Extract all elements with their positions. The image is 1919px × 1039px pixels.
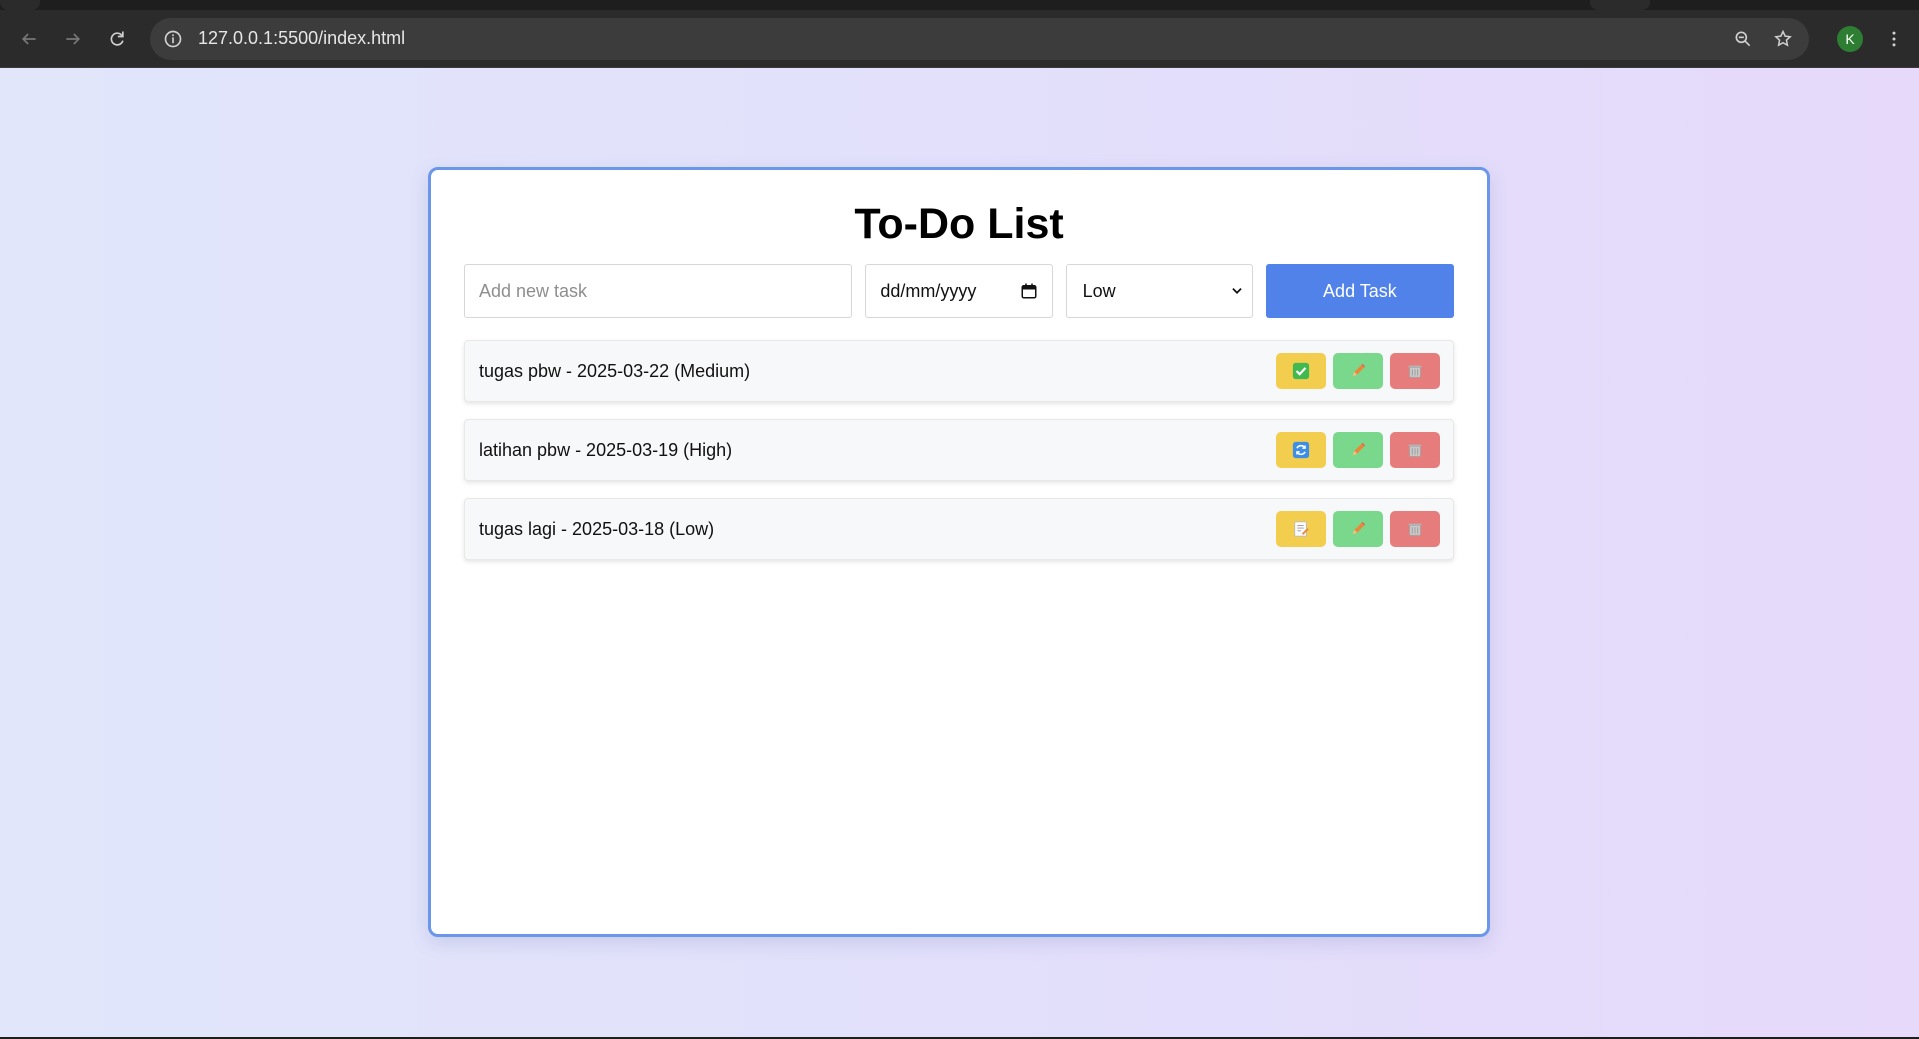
edit-button[interactable] (1333, 511, 1383, 547)
toggle-status-button[interactable] (1276, 353, 1326, 389)
task-item: tugas lagi - 2025-03-18 (Low) (464, 498, 1454, 560)
edit-button[interactable] (1333, 353, 1383, 389)
pencil-icon (1352, 363, 1366, 377)
trash-icon (1408, 523, 1422, 536)
forward-button[interactable] (56, 22, 90, 56)
back-button[interactable] (12, 22, 46, 56)
add-task-form: dd/mm/yyyy Low Add Task (464, 264, 1454, 318)
reload-icon (110, 31, 124, 46)
toggle-status-button[interactable] (1276, 432, 1326, 468)
add-task-button[interactable]: Add Task (1265, 264, 1454, 318)
chevron-down-icon (1232, 288, 1242, 294)
date-placeholder: dd/mm/yyyy (880, 280, 977, 301)
task-list: tugas pbw - 2025-03-22 (Medium) latihan … (464, 340, 1454, 560)
trash-icon (1408, 365, 1422, 378)
task-text: tugas lagi - 2025-03-18 (Low) (479, 518, 715, 539)
page-title: To-Do List (854, 200, 1064, 248)
task-actions (1276, 353, 1440, 389)
delete-button[interactable] (1390, 511, 1440, 547)
task-text: latihan pbw - 2025-03-19 (High) (479, 439, 733, 460)
refresh-icon (1292, 441, 1310, 459)
more-menu-icon[interactable] (1881, 26, 1907, 52)
tab-strip (0, 0, 1919, 10)
calendar-icon[interactable] (1020, 282, 1038, 300)
task-input[interactable] (464, 264, 853, 318)
memo-icon (1294, 521, 1309, 537)
checkmark-icon (1292, 362, 1310, 380)
profile-avatar[interactable]: K (1837, 25, 1863, 52)
bookmark-star-icon[interactable] (1771, 27, 1795, 51)
edit-button[interactable] (1333, 432, 1383, 468)
toggle-status-button[interactable] (1276, 511, 1326, 547)
tab-edge-right (1590, 0, 1650, 10)
priority-select[interactable]: Low (1065, 264, 1253, 318)
address-bar[interactable]: 127.0.0.1:5500/index.html (150, 17, 1809, 60)
pencil-icon (1352, 521, 1366, 535)
task-actions (1276, 432, 1440, 468)
zoom-icon[interactable] (1731, 27, 1755, 51)
priority-selected-value: Low (1082, 280, 1116, 301)
task-item: tugas pbw - 2025-03-22 (Medium) (464, 340, 1454, 402)
arrow-right-icon (66, 32, 81, 45)
url-text[interactable]: 127.0.0.1:5500/index.html (198, 28, 1715, 49)
tab-edge-left (0, 0, 40, 10)
site-info-icon[interactable] (162, 28, 184, 50)
task-actions (1276, 511, 1440, 547)
date-input[interactable]: dd/mm/yyyy (865, 264, 1053, 318)
task-text: tugas pbw - 2025-03-22 (Medium) (479, 360, 751, 381)
page-viewport: To-Do List dd/mm/yyyy Low Add Task (0, 68, 1919, 1039)
delete-button[interactable] (1390, 353, 1440, 389)
pencil-icon (1352, 442, 1366, 456)
reload-button[interactable] (100, 22, 134, 56)
browser-toolbar: 127.0.0.1:5500/index.html K (0, 10, 1919, 68)
todo-card: To-Do List dd/mm/yyyy Low Add Task (428, 167, 1490, 937)
task-item: latihan pbw - 2025-03-19 (High) (464, 419, 1454, 481)
delete-button[interactable] (1390, 432, 1440, 468)
arrow-left-icon (21, 32, 36, 45)
trash-icon (1408, 444, 1422, 457)
